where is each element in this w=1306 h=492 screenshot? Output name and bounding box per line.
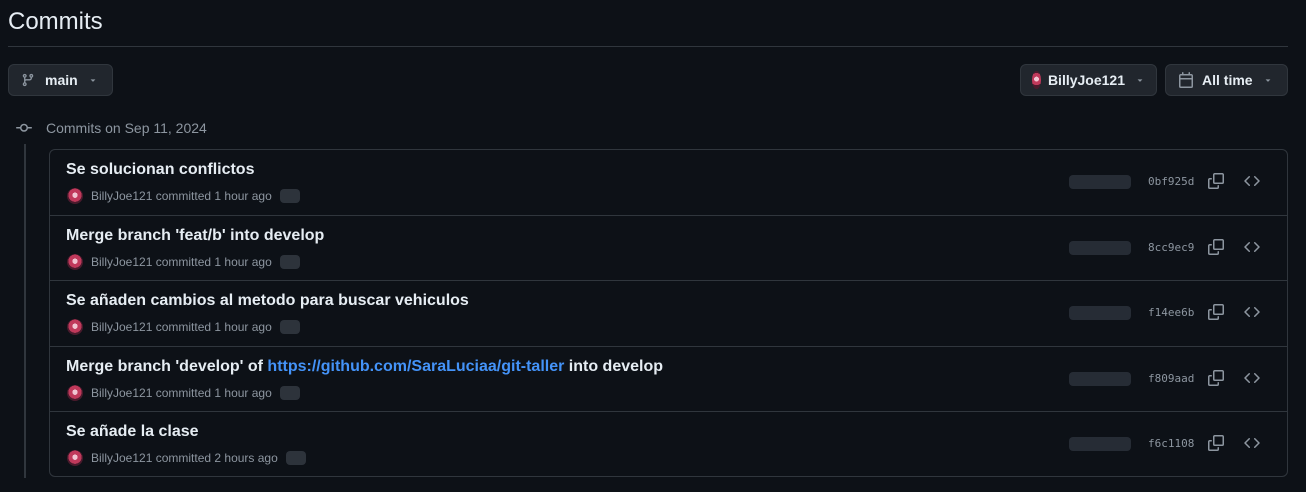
commit-row: Se añade la clase BillyJoe121 committed … [50,412,1287,476]
git-commit-icon [16,120,32,136]
commit-message-prefix: Merge branch 'develop' of [66,357,268,375]
author-filter-button[interactable]: BillyJoe121 [1020,64,1157,96]
commit-message[interactable]: Merge branch 'feat/b' into develop [66,227,324,245]
commit-message[interactable]: Se solucionan conflictos [66,161,254,179]
branch-label: main [45,72,78,88]
commit-meta: BillyJoe121 committed 1 hour ago [67,384,300,401]
redacted-badge [279,189,300,203]
commit-row: Merge branch 'feat/b' into develop Billy… [50,216,1287,282]
page-title: Commits [8,8,103,35]
commit-row: Se solucionan conflictos BillyJoe121 com… [50,150,1287,216]
commit-time: committed 1 hour ago [155,320,272,335]
commit-author[interactable]: BillyJoe121 [91,189,152,203]
commit-list: Se solucionan conflictos BillyJoe121 com… [49,149,1288,477]
author-avatar[interactable] [67,384,83,401]
commit-meta: BillyJoe121 committed 2 hours ago [67,450,306,467]
code-icon[interactable] [1244,304,1260,320]
redacted-status [1069,240,1131,255]
author-avatar[interactable] [67,188,83,204]
commit-meta: BillyJoe121 committed 1 hour ago [67,319,300,336]
redacted-badge [279,254,300,269]
commit-time: committed 2 hours ago [155,451,278,466]
commit-time: committed 1 hour ago [155,385,272,400]
redacted-status [1069,371,1131,386]
commit-sha[interactable]: f14ee6b [1148,306,1194,319]
author-avatar [1032,71,1041,89]
commit-sha[interactable]: f809aad [1148,372,1194,385]
branch-selector-button[interactable]: main [8,64,113,96]
time-filter-button[interactable]: All time [1165,64,1288,96]
triangle-down-icon [1263,75,1273,85]
commit-row: Se añaden cambios al metodo para buscar … [50,281,1287,347]
commit-author[interactable]: BillyJoe121 [91,255,152,269]
author-avatar[interactable] [67,319,83,336]
copy-icon[interactable] [1208,435,1224,452]
commit-time: committed 1 hour ago [155,254,272,269]
commit-author[interactable]: BillyJoe121 [91,386,152,400]
commit-sha[interactable]: f6c1108 [1148,437,1194,450]
author-avatar[interactable] [67,450,83,467]
author-avatar[interactable] [67,253,83,270]
calendar-icon [1178,72,1194,88]
title-divider [8,46,1288,47]
commit-time: committed 1 hour ago [155,189,272,203]
redacted-status [1069,306,1131,321]
redacted-badge [279,320,300,335]
timeline-line [24,144,26,478]
copy-icon[interactable] [1208,238,1224,255]
commit-meta: BillyJoe121 committed 1 hour ago [67,253,300,270]
commit-message[interactable]: Se añade la clase [66,423,199,441]
triangle-down-icon [1135,75,1145,85]
commits-page: Commits main BillyJoe121 All time Commit… [0,0,1306,492]
triangle-down-icon [88,75,98,85]
code-icon[interactable] [1244,370,1260,386]
code-icon[interactable] [1244,173,1260,189]
redacted-status [1069,437,1131,452]
commit-meta: BillyJoe121 committed 1 hour ago [67,188,300,204]
commit-message-suffix: into develop [564,357,664,375]
commit-message[interactable]: Merge branch 'develop' of https://github… [66,358,663,376]
redacted-badge [285,451,306,466]
commit-group-date: Commits on Sep 11, 2024 [46,120,207,136]
redacted-badge [279,385,300,400]
copy-icon[interactable] [1208,369,1224,386]
redacted-status [1069,175,1131,189]
git-branch-icon [21,73,35,87]
commit-message-link[interactable]: https://github.com/SaraLuciaa/git-taller [267,358,564,375]
author-filter-label: BillyJoe121 [1047,72,1125,88]
copy-icon[interactable] [1208,173,1224,189]
time-filter-label: All time [1202,72,1253,88]
commit-group-heading: Commits on Sep 11, 2024 [16,118,207,138]
commit-sha[interactable]: 0bf925d [1148,175,1194,188]
code-icon[interactable] [1244,239,1260,255]
code-icon[interactable] [1244,435,1260,451]
commit-message[interactable]: Se añaden cambios al metodo para buscar … [66,292,469,310]
copy-icon[interactable] [1208,304,1224,321]
commit-sha[interactable]: 8cc9ec9 [1148,241,1194,254]
commit-author[interactable]: BillyJoe121 [91,451,152,465]
commit-author[interactable]: BillyJoe121 [91,320,152,334]
commit-row: Merge branch 'develop' of https://github… [50,347,1287,413]
